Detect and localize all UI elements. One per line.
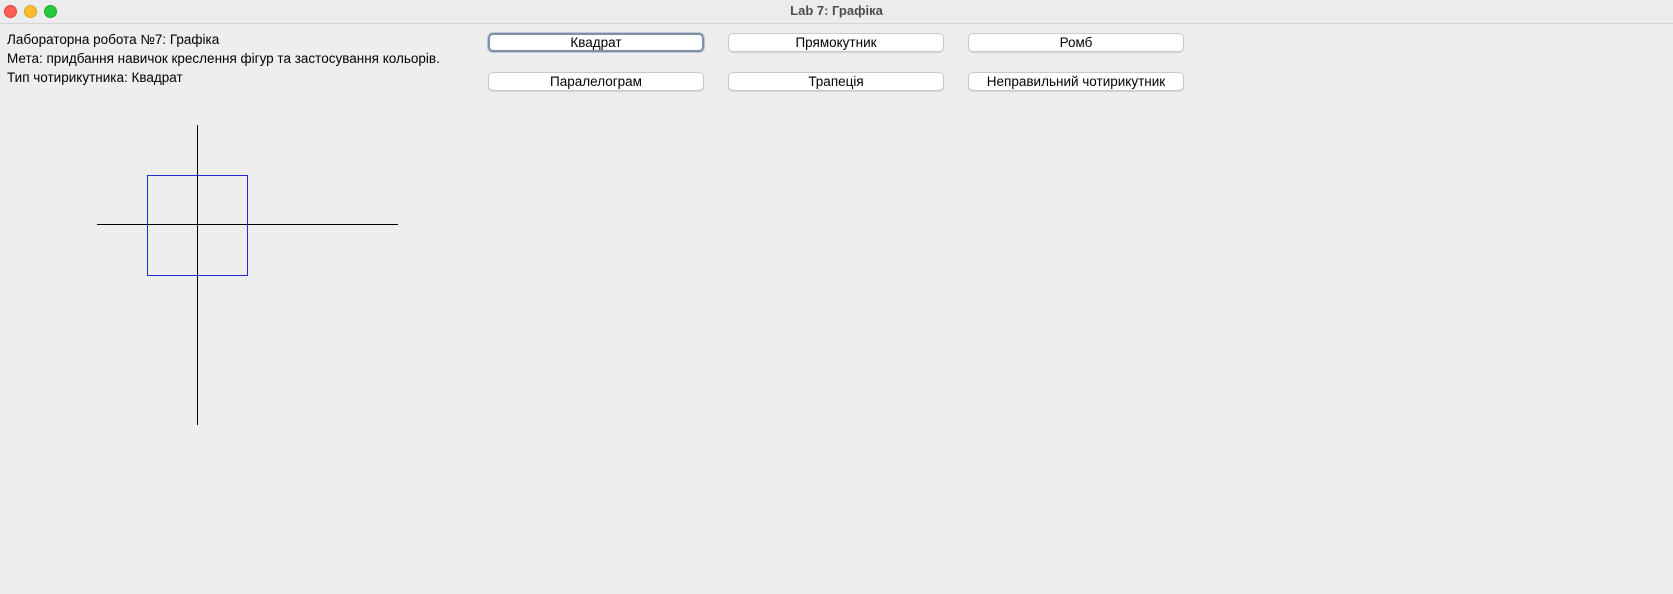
window-title: Lab 7: Графіка [790, 3, 883, 18]
app-window: Lab 7: Графіка Лабораторна робота №7: Гр… [0, 0, 1673, 594]
goal-label: Мета: придбання навичок креслення фігур … [7, 51, 440, 66]
irregular-quad-button[interactable]: Неправильний чотирикутник [968, 72, 1184, 91]
rectangle-button[interactable]: Прямокутник [728, 33, 944, 52]
lab-title-label: Лабораторна робота №7: Графіка [7, 32, 220, 47]
rhombus-button[interactable]: Ромб [968, 33, 1184, 52]
shape-type-label: Тип чотирикутника: Квадрат [7, 70, 183, 85]
drawing-canvas [97, 125, 398, 425]
trapezoid-button[interactable]: Трапеція [728, 72, 944, 91]
title-bar: Lab 7: Графіка [0, 0, 1673, 24]
square-button[interactable]: Квадрат [488, 33, 704, 52]
parallelogram-button[interactable]: Паралелограм [488, 72, 704, 91]
